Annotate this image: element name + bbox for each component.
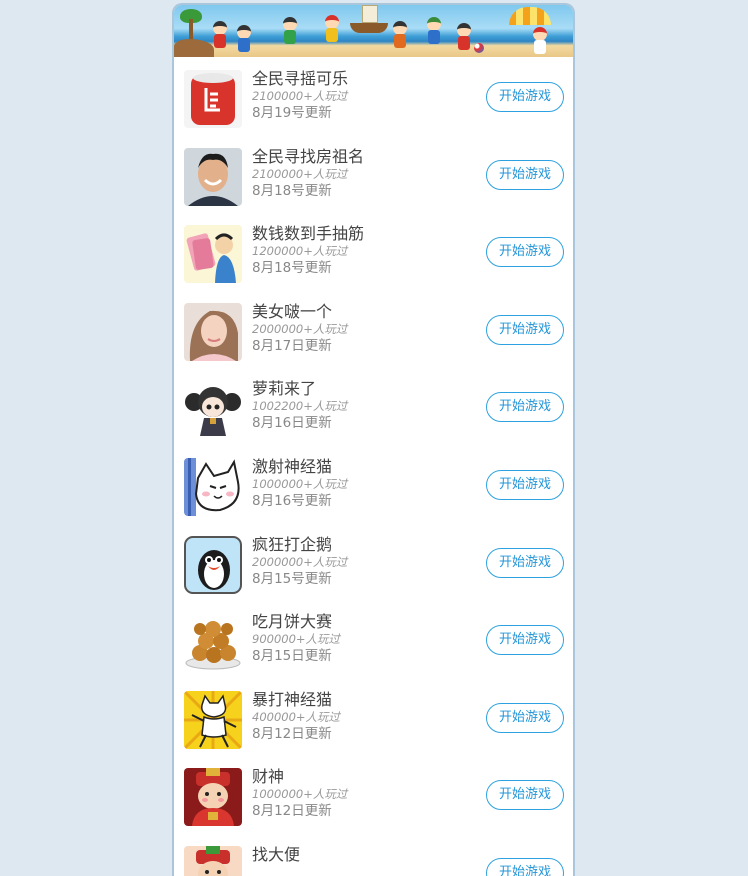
- play-count: 1200000+人玩过: [252, 244, 348, 259]
- play-count: 400000+人玩过: [252, 709, 341, 724]
- list-item: 吃月饼大赛 900000+人玩过 8月15日更新 开始游戏: [174, 600, 573, 678]
- red-cola-can-icon: [184, 70, 242, 128]
- play-count: 2100000+人玩过: [252, 166, 348, 181]
- list-item: 萝莉来了 1002200+人玩过 8月16日更新 开始游戏: [174, 367, 573, 445]
- start-game-button[interactable]: 开始游戏: [486, 314, 564, 345]
- update-date: 8月18号更新: [252, 182, 332, 199]
- list-item: 美女啵一个 2000000+人玩过 8月17日更新 开始游戏: [174, 290, 573, 368]
- list-item: 激射神经猫 1000000+人玩过 8月16号更新 开始游戏: [174, 445, 573, 523]
- start-game-button[interactable]: 开始游戏: [486, 702, 564, 733]
- game-title: 疯狂打企鹅: [252, 534, 333, 554]
- list-item: 数钱数到手抽筋 1200000+人玩过 8月18号更新 开始游戏: [174, 212, 573, 290]
- pirate-kid-icon: [212, 21, 228, 49]
- play-count: 1000000+人玩过: [252, 787, 348, 802]
- chibi-girl-icon: [184, 380, 242, 439]
- update-date: 8月12日更新: [252, 803, 332, 820]
- update-date: 8月17日更新: [252, 337, 332, 354]
- update-date: 8月18号更新: [252, 260, 332, 277]
- dancing-cat-icon: [184, 690, 242, 749]
- phone-frame: 全民寻摇可乐 2100000+人玩过 8月19号更新 开始游戏 全民寻找房祖名 …: [172, 3, 575, 876]
- pirate-kid-icon: [456, 23, 472, 51]
- god-of-wealth-partial-icon: [184, 845, 242, 876]
- penguin-icon: [184, 535, 242, 594]
- pirate-kid-icon: [392, 21, 408, 49]
- list-item: 疯狂打企鹅 2000000+人玩过 8月15号更新 开始游戏: [174, 523, 573, 601]
- update-date: 8月12日更新: [252, 725, 332, 742]
- game-title: 美女啵一个: [252, 301, 333, 321]
- start-game-button[interactable]: 开始游戏: [486, 625, 564, 656]
- smiling-man-portrait-icon: [184, 147, 242, 206]
- list-item: 暴打神经猫 400000+人玩过 8月12日更新 开始游戏: [174, 678, 573, 756]
- game-title: 全民寻找房祖名: [252, 146, 365, 166]
- play-count: 2000000+人玩过: [252, 554, 348, 569]
- pirate-ship-icon: [350, 5, 388, 33]
- update-date: 8月16号更新: [252, 492, 332, 509]
- start-game-button[interactable]: 开始游戏: [486, 237, 564, 268]
- god-of-wealth-icon: [184, 768, 242, 827]
- mooncake-plate-icon: [184, 613, 242, 672]
- game-title: 找大便: [252, 844, 301, 864]
- play-count: 900000+人玩过: [252, 632, 341, 647]
- start-game-button[interactable]: 开始游戏: [486, 469, 564, 500]
- start-game-button[interactable]: 开始游戏: [486, 857, 564, 876]
- game-list: 全民寻摇可乐 2100000+人玩过 8月19号更新 开始游戏 全民寻找房祖名 …: [174, 57, 573, 876]
- start-game-button[interactable]: 开始游戏: [486, 547, 564, 578]
- game-title: 吃月饼大赛: [252, 612, 333, 632]
- pirate-kid-icon: [282, 17, 298, 45]
- beach-umbrella-icon: [509, 7, 551, 25]
- girl-portrait-icon: [184, 302, 242, 361]
- game-title: 数钱数到手抽筋: [252, 224, 365, 244]
- play-count: 2000000+人玩过: [252, 321, 348, 336]
- counting-money-cartoon-icon: [184, 225, 242, 284]
- white-cat-icon: [184, 457, 242, 516]
- game-title: 财神: [252, 767, 285, 787]
- game-title: 萝莉来了: [252, 379, 317, 399]
- beach-ball-icon: [474, 43, 484, 53]
- start-game-button[interactable]: 开始游戏: [486, 780, 564, 811]
- list-item: 全民寻找房祖名 2100000+人玩过 8月18号更新 开始游戏: [174, 135, 573, 213]
- pirate-kid-icon: [426, 17, 442, 45]
- update-date: 8月15日更新: [252, 648, 332, 665]
- update-date: 8月16日更新: [252, 415, 332, 432]
- update-date: 8月15号更新: [252, 570, 332, 587]
- list-item: 全民寻摇可乐 2100000+人玩过 8月19号更新 开始游戏: [174, 57, 573, 135]
- beach-pirates-banner: [174, 5, 573, 57]
- game-title: 暴打神经猫: [252, 689, 333, 709]
- play-count: 2100000+人玩过: [252, 89, 348, 103]
- pirate-kid-icon: [236, 25, 252, 53]
- pirate-kid-icon: [324, 15, 340, 43]
- game-title: 全民寻摇可乐: [252, 69, 349, 88]
- play-count: 1002200+人玩过: [252, 399, 348, 414]
- start-game-button[interactable]: 开始游戏: [486, 392, 564, 423]
- list-item: 财神 1000000+人玩过 8月12日更新 开始游戏: [174, 755, 573, 833]
- pirate-kid-icon: [532, 27, 548, 55]
- play-count: 1000000+人玩过: [252, 476, 348, 491]
- start-game-button[interactable]: 开始游戏: [486, 82, 564, 112]
- game-title: 激射神经猫: [252, 456, 333, 476]
- list-item: 找大便 开始游戏: [174, 833, 573, 876]
- start-game-button[interactable]: 开始游戏: [486, 159, 564, 190]
- update-date: 8月19号更新: [252, 105, 332, 121]
